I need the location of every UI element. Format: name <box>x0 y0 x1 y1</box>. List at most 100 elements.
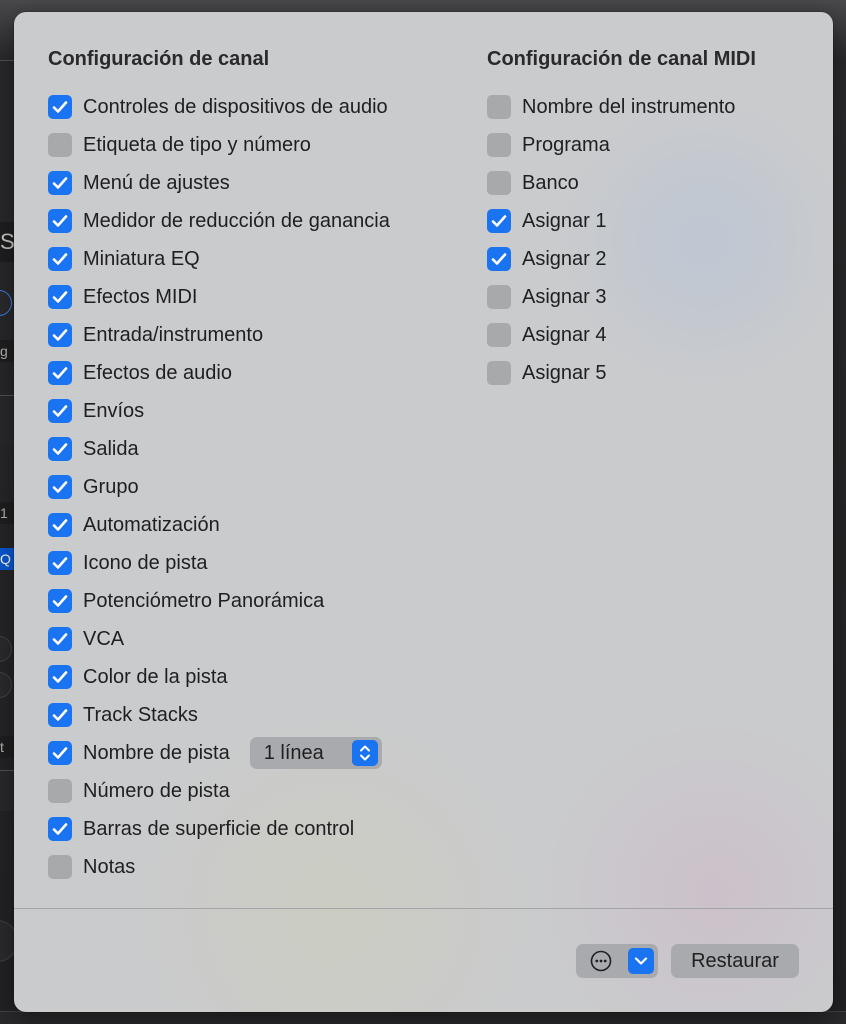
option-notas[interactable]: Notas <box>48 848 390 886</box>
background-label: g <box>0 340 14 362</box>
option-label: Controles de dispositivos de audio <box>83 96 388 118</box>
option-color-de-la-pista[interactable]: Color de la pista <box>48 658 390 696</box>
option-medidor-de-reduccion-de-ganancia[interactable]: Medidor de reducción de ganancia <box>48 202 390 240</box>
option-label: Número de pista <box>83 780 230 802</box>
option-nombre-del-instrumento[interactable]: Nombre del instrumento <box>487 88 756 126</box>
background-label: Q <box>0 548 14 570</box>
checkbox-unchecked[interactable] <box>487 133 511 157</box>
option-track-stacks[interactable]: Track Stacks <box>48 696 390 734</box>
background-knob <box>0 636 12 662</box>
option-label: Envíos <box>83 400 145 422</box>
option-label: Color de la pista <box>83 666 228 688</box>
action-menu-button[interactable] <box>576 944 658 978</box>
option-label: Asignar 4 <box>522 324 607 346</box>
option-asignar-2[interactable]: Asignar 2 <box>487 240 756 278</box>
checkbox-checked[interactable] <box>48 285 72 309</box>
option-label: Nombre del instrumento <box>522 96 736 118</box>
option-label: Track Stacks <box>83 704 198 726</box>
checkbox-checked[interactable] <box>48 627 72 651</box>
option-barras-de-superficie-de-control[interactable]: Barras de superficie de control <box>48 810 390 848</box>
checkbox-checked[interactable] <box>48 437 72 461</box>
option-label: VCA <box>83 628 125 650</box>
ellipsis-circle-icon <box>590 950 612 972</box>
option-label: Banco <box>522 172 579 194</box>
option-label: Notas <box>83 856 136 878</box>
option-automatizacion[interactable]: Automatización <box>48 506 390 544</box>
option-label: Medidor de reducción de ganancia <box>83 210 390 232</box>
option-label: Efectos MIDI <box>83 286 198 308</box>
checkbox-checked[interactable] <box>48 247 72 271</box>
option-controles-de-dispositivos-de-audio[interactable]: Controles de dispositivos de audio <box>48 88 390 126</box>
chevron-down-icon[interactable] <box>628 948 654 974</box>
background-panel <box>0 770 14 811</box>
checkbox-unchecked[interactable] <box>487 171 511 195</box>
option-menu-de-ajustes[interactable]: Menú de ajustes <box>48 164 390 202</box>
option-grupo[interactable]: Grupo <box>48 468 390 506</box>
checkbox-checked[interactable] <box>48 589 72 613</box>
option-programa[interactable]: Programa <box>487 126 756 164</box>
channel-settings-column: Configuración de canal Controles de disp… <box>48 44 390 886</box>
checkbox-checked[interactable] <box>48 665 72 689</box>
checkbox-unchecked[interactable] <box>48 855 72 879</box>
option-label: Asignar 5 <box>522 362 607 384</box>
checkbox-checked[interactable] <box>48 741 72 765</box>
restore-button[interactable]: Restaurar <box>671 944 799 978</box>
option-label: Etiqueta de tipo y número <box>83 134 311 156</box>
option-asignar-3[interactable]: Asignar 3 <box>487 278 756 316</box>
checkbox-checked[interactable] <box>487 209 511 233</box>
option-label: Grupo <box>83 476 139 498</box>
track-name-lines-popup[interactable]: 1 línea <box>249 737 382 769</box>
option-envios[interactable]: Envíos <box>48 392 390 430</box>
option-entrada-instrumento[interactable]: Entrada/instrumento <box>48 316 390 354</box>
option-icono-de-pista[interactable]: Icono de pista <box>48 544 390 582</box>
checkbox-checked[interactable] <box>48 399 72 423</box>
track-name-lines-value: 1 línea <box>263 741 324 764</box>
option-label: Barras de superficie de control <box>83 818 355 840</box>
checkbox-checked[interactable] <box>48 171 72 195</box>
up-down-chevron-icon <box>351 740 378 766</box>
checkbox-unchecked[interactable] <box>48 779 72 803</box>
checkbox-checked[interactable] <box>48 323 72 347</box>
option-vca[interactable]: VCA <box>48 620 390 658</box>
checkbox-checked[interactable] <box>48 551 72 575</box>
option-potenciometro-panoramica[interactable]: Potenciómetro Panorámica <box>48 582 390 620</box>
checkbox-unchecked[interactable] <box>487 361 511 385</box>
checkbox-checked[interactable] <box>487 247 511 271</box>
option-label: Icono de pista <box>83 552 208 574</box>
option-banco[interactable]: Banco <box>487 164 756 202</box>
checkbox-checked[interactable] <box>48 209 72 233</box>
option-label: Programa <box>522 134 610 156</box>
midi-channel-settings-column: Configuración de canal MIDI Nombre del i… <box>487 44 756 392</box>
checkbox-checked[interactable] <box>48 817 72 841</box>
option-label: Miniatura EQ <box>83 248 200 270</box>
option-numero-de-pista[interactable]: Número de pista <box>48 772 390 810</box>
midi-channel-settings-list: Nombre del instrumento Programa Banco Asign… <box>487 88 756 392</box>
option-label: Potenciómetro Panorámica <box>83 590 325 612</box>
background-bottom-bar <box>0 1011 846 1024</box>
checkbox-unchecked[interactable] <box>487 323 511 347</box>
checkbox-checked[interactable] <box>48 703 72 727</box>
option-asignar-4[interactable]: Asignar 4 <box>487 316 756 354</box>
checkbox-checked[interactable] <box>48 513 72 537</box>
option-efectos-midi[interactable]: Efectos MIDI <box>48 278 390 316</box>
channel-settings-list: Controles de dispositivos de audio Etique… <box>48 88 390 886</box>
channel-strip-settings-popover: Configuración de canal Controles de disp… <box>14 12 833 1012</box>
channel-settings-title: Configuración de canal <box>48 48 270 70</box>
background-label: 1 <box>0 502 14 524</box>
checkbox-checked[interactable] <box>48 361 72 385</box>
option-nombre-de-pista[interactable]: Nombre de pista 1 línea <box>48 734 390 772</box>
checkbox-unchecked[interactable] <box>48 133 72 157</box>
option-asignar-1[interactable]: Asignar 1 <box>487 202 756 240</box>
background-knob <box>0 672 12 698</box>
checkbox-checked[interactable] <box>48 95 72 119</box>
checkbox-unchecked[interactable] <box>487 285 511 309</box>
option-efectos-de-audio[interactable]: Efectos de audio <box>48 354 390 392</box>
checkbox-checked[interactable] <box>48 475 72 499</box>
option-miniatura-eq[interactable]: Miniatura EQ <box>48 240 390 278</box>
checkbox-unchecked[interactable] <box>487 95 511 119</box>
option-label: Asignar 1 <box>522 210 607 232</box>
option-label: Menú de ajustes <box>83 172 230 194</box>
option-salida[interactable]: Salida <box>48 430 390 468</box>
option-asignar-5[interactable]: Asignar 5 <box>487 354 756 392</box>
option-etiqueta-de-tipo-y-numero[interactable]: Etiqueta de tipo y número <box>48 126 390 164</box>
